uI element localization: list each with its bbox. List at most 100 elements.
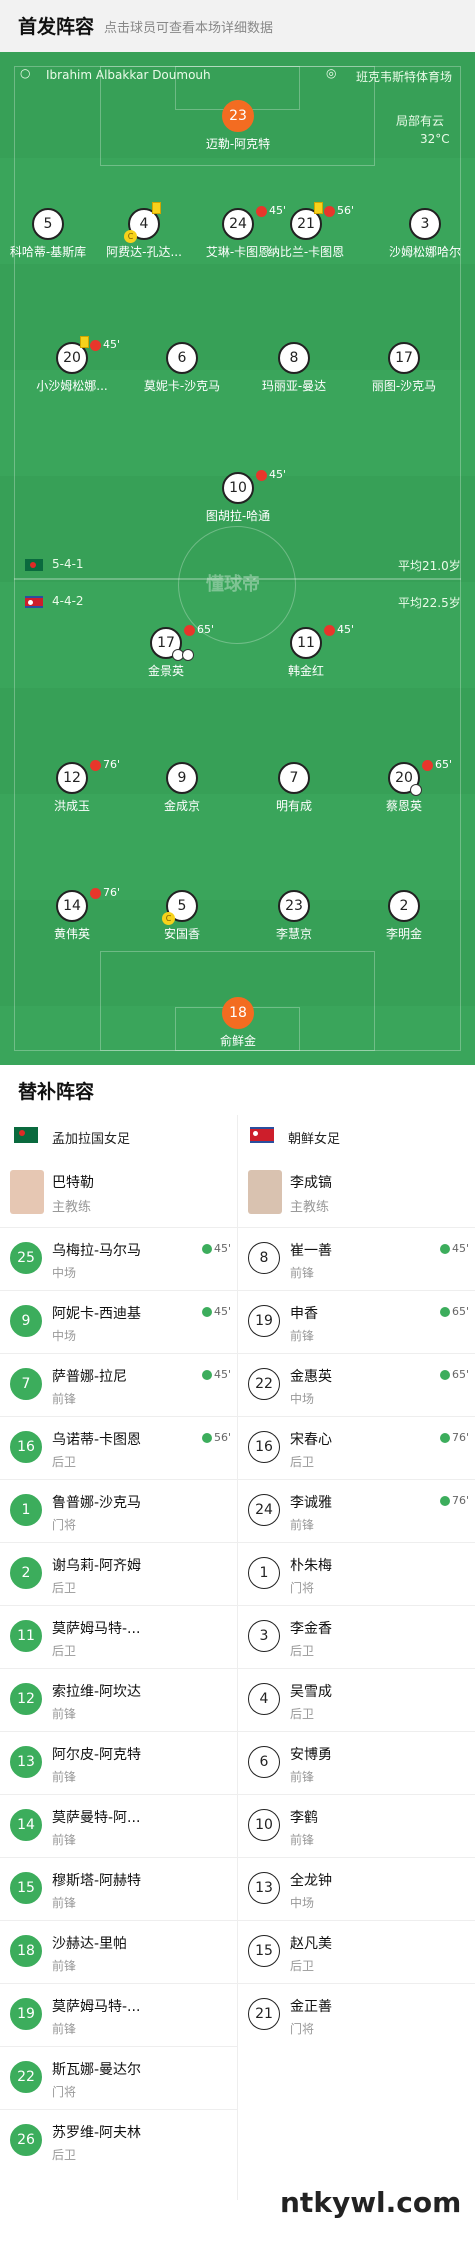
home-starter[interactable]: 3 沙姆松娜哈尔 [375, 208, 475, 268]
player-name: 穆斯塔-阿赫特 [52, 1873, 142, 1889]
away-starter[interactable]: 18 俞鲜金 [188, 997, 288, 1057]
away-starter[interactable]: 7 明有成 [244, 762, 344, 822]
sub-row[interactable]: 8 崔一善 前锋 45' [238, 1227, 475, 1290]
sub-row[interactable]: 1 鲁普娜-沙克马 门将 [0, 1479, 237, 1542]
player-number-circle: 25 [10, 1242, 42, 1274]
bangladesh-flag-icon [14, 1127, 38, 1143]
player-position: 中场 [290, 1392, 315, 1406]
player-number-circle: 22 [248, 1368, 280, 1400]
player-name: 金景英 [147, 664, 184, 678]
sub-row[interactable]: 22 斯瓦娜-曼达尔 门将 [0, 2046, 237, 2109]
sub-row[interactable]: 16 宋春心 后卫 76' [238, 1416, 475, 1479]
sub-row[interactable]: 24 李诚雅 前锋 76' [238, 1479, 475, 1542]
away-avg-age: 平均22.5岁 [398, 596, 461, 610]
sub-row[interactable]: 3 李金香 后卫 [238, 1605, 475, 1668]
player-position: 前锋 [52, 1770, 77, 1784]
yellow-card-icon [314, 202, 323, 214]
player-name: 明有成 [275, 799, 312, 813]
pitch: ○ Ibrahim Albakkar Doumouh ◎ 班克韦斯特体育场 局部… [0, 52, 475, 1065]
sub-row[interactable]: 12 索拉维-阿坎达 前锋 [0, 1668, 237, 1731]
player-position: 门将 [290, 1581, 315, 1595]
away-starter[interactable]: 11 韩金红 45' [256, 623, 356, 687]
player-name: 迈勒-阿克特 [205, 137, 271, 151]
home-starter[interactable]: 20 小沙姆松娜... 45' [22, 336, 122, 402]
away-starter[interactable]: 5 安国香 C [132, 890, 232, 950]
sub-row[interactable]: 14 莫萨曼特-阿... 前锋 [0, 1794, 237, 1857]
captain-icon: C [124, 230, 137, 243]
player-number-circle: 17 [388, 342, 420, 374]
sub-row[interactable]: 19 申香 前锋 65' [238, 1290, 475, 1353]
substitution-icon: 45' [90, 338, 120, 351]
home-starter[interactable]: 6 莫妮卡-沙克马 [132, 342, 232, 402]
sub-row[interactable]: 16 乌诺蒂-卡图恩 后卫 56' [0, 1416, 237, 1479]
player-name: 俞鲜金 [219, 1034, 256, 1048]
sub-row[interactable]: 4 吴雪成 后卫 [238, 1668, 475, 1731]
player-name: 小沙姆松娜... [36, 379, 108, 393]
sub-row[interactable]: 22 金惠英 中场 65' [238, 1353, 475, 1416]
sub-row[interactable]: 13 阿尔皮-阿克特 前锋 [0, 1731, 237, 1794]
sub-row[interactable]: 6 安博勇 前锋 [238, 1731, 475, 1794]
player-name: 蔡恩英 [385, 799, 422, 813]
home-starter[interactable]: 10 图胡拉-哈通 45' [188, 468, 288, 532]
sub-row[interactable]: 1 朴朱梅 门将 [238, 1542, 475, 1605]
sub-row[interactable]: 2 谢乌莉-阿齐姆 后卫 [0, 1542, 237, 1605]
player-position: 前锋 [290, 1329, 315, 1343]
player-number-circle: 16 [248, 1431, 280, 1463]
lineup-title: 首发阵容 [18, 16, 95, 38]
sub-row[interactable]: 21 金正善 门将 [238, 1983, 475, 2046]
player-name: 李慧京 [275, 927, 312, 941]
home-starter[interactable]: 8 玛丽亚-曼达 [244, 342, 344, 402]
home-starter[interactable]: 17 丽图-沙克马 [354, 342, 454, 402]
player-number-circle: 12 [10, 1683, 42, 1715]
player-name: 申香 [290, 1306, 318, 1322]
substitution-minute: 76' [103, 886, 121, 899]
player-name: 萨普娜-拉尼 [52, 1369, 128, 1385]
player-name: 李诚雅 [290, 1495, 332, 1511]
player-number-circle: 7 [278, 762, 310, 794]
player-name: 金惠英 [290, 1369, 332, 1385]
away-starter[interactable]: 9 金成京 [132, 762, 232, 822]
player-number-circle: 22 [10, 2061, 42, 2093]
player-number-circle: 11 [10, 1620, 42, 1652]
sub-in-icon: 45' [201, 1242, 231, 1255]
bangladesh-flag-icon [25, 557, 43, 571]
player-number-circle: 13 [10, 1746, 42, 1778]
home-formation: 5-4-1 [52, 557, 84, 571]
player-number-circle: 2 [388, 890, 420, 922]
away-starter[interactable]: 14 黄伟英 76' [22, 886, 122, 950]
sub-in-minute: 45' [213, 1368, 231, 1381]
sub-row[interactable]: 9 阿妮卡-西迪基 中场 45' [0, 1290, 237, 1353]
away-starter[interactable]: 17 金景英 65' [116, 623, 216, 687]
home-coach[interactable]: 巴特勒 主教练 [0, 1160, 236, 1226]
sub-row[interactable]: 19 莫萨姆马特-... 前锋 [0, 1983, 237, 2046]
home-starter[interactable]: 23 迈勒-阿克特 [188, 100, 288, 160]
sub-in-minute: 56' [213, 1431, 231, 1444]
goal-ball-icon [182, 649, 194, 661]
away-starter[interactable]: 12 洪成玉 76' [22, 758, 122, 822]
away-starter[interactable]: 20 蔡恩英 65' [354, 758, 454, 822]
away-starter[interactable]: 23 李慧京 [244, 890, 344, 950]
sub-in-icon: 76' [439, 1431, 469, 1444]
sub-row[interactable]: 15 穆斯塔-阿赫特 前锋 [0, 1857, 237, 1920]
player-number-circle: 8 [278, 342, 310, 374]
away-coach[interactable]: 李成镐 主教练 [238, 1160, 475, 1226]
sub-row[interactable]: 26 苏罗维-阿夫林 后卫 [0, 2109, 237, 2172]
yellow-card-icon [80, 336, 89, 348]
player-name: 斯瓦娜-曼达尔 [52, 2062, 142, 2078]
home-starter[interactable]: 21 纳比兰-卡图恩 56' [256, 202, 356, 268]
player-name: 韩金红 [287, 664, 324, 678]
player-name: 黄伟英 [53, 927, 90, 941]
player-name: 丽图-沙克马 [371, 379, 437, 393]
away-starter[interactable]: 2 李明金 [354, 890, 454, 950]
sub-row[interactable]: 15 赵凡美 后卫 [238, 1920, 475, 1983]
sub-row[interactable]: 18 沙赫达-里帕 前锋 [0, 1920, 237, 1983]
sub-row[interactable]: 7 萨普娜-拉尼 前锋 45' [0, 1353, 237, 1416]
coach-name: 李成镐 [290, 1175, 332, 1191]
sub-row[interactable]: 13 全龙钟 中场 [238, 1857, 475, 1920]
sub-row[interactable]: 11 莫萨姆马特-... 后卫 [0, 1605, 237, 1668]
player-number-circle: 19 [10, 1998, 42, 2030]
sub-row[interactable]: 25 乌梅拉-马尔马 中场 45' [0, 1227, 237, 1290]
sub-row[interactable]: 10 李鹤 前锋 [238, 1794, 475, 1857]
player-number-circle: 16 [10, 1431, 42, 1463]
lineup-hint: 点击球员可查看本场详细数据 [104, 21, 274, 36]
